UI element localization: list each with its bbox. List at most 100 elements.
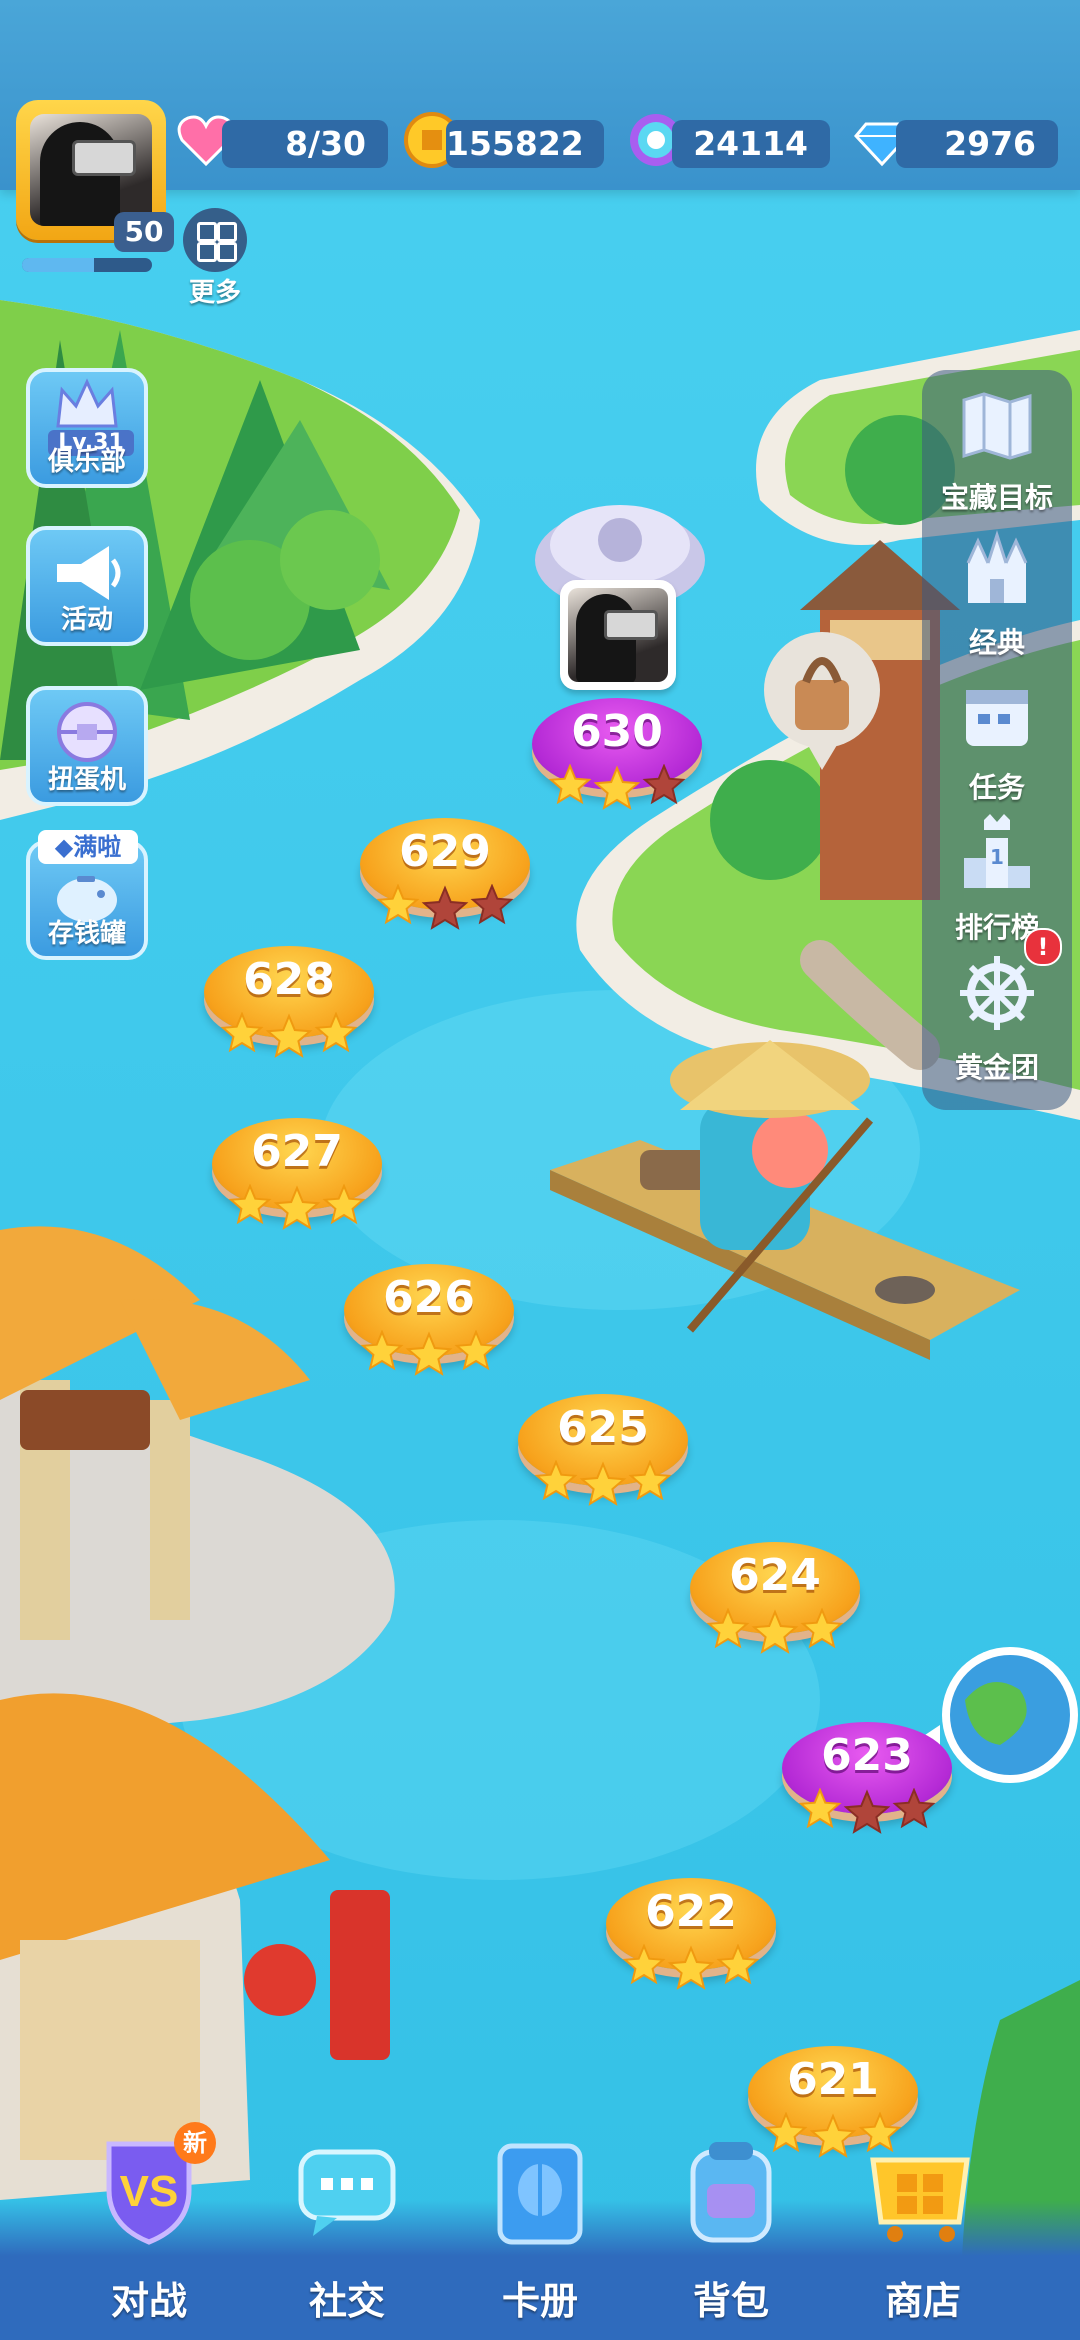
star-filled-icon xyxy=(579,1461,627,1506)
nav-backpack[interactable]: 背包 xyxy=(646,2130,816,2330)
star-empty-icon xyxy=(421,885,469,930)
star-rating xyxy=(706,1608,844,1654)
treasure-goal-label: 宝藏目标 xyxy=(940,481,1053,514)
gacha-label: 扭蛋机 xyxy=(47,765,126,795)
star-filled-icon xyxy=(706,1608,750,1649)
star-filled-icon xyxy=(534,1460,578,1501)
level-number: 625 xyxy=(557,1402,649,1453)
star-empty-icon xyxy=(470,884,514,925)
level-node[interactable]: 630 xyxy=(532,692,702,810)
star-filled-icon xyxy=(800,1608,844,1649)
level-node[interactable]: 622 xyxy=(606,1872,776,1990)
nav-battle[interactable]: VS 新 对战 xyxy=(64,2122,234,2330)
star-filled-icon xyxy=(798,1788,842,1829)
star-empty-icon xyxy=(642,764,686,805)
golden-team-button[interactable]: ! 黄金团 xyxy=(922,928,1072,1084)
star-filled-icon xyxy=(593,765,641,810)
star-rating xyxy=(798,1788,936,1834)
hearts-counter[interactable]: 8/30 xyxy=(222,120,388,168)
nav-card-album-label: 卡册 xyxy=(501,2279,578,2323)
level-node[interactable]: 627 xyxy=(212,1112,382,1230)
star-filled-icon xyxy=(265,1013,313,1058)
star-filled-icon xyxy=(314,1012,358,1053)
level-number: 621 xyxy=(787,2054,879,2105)
level-number: 629 xyxy=(399,826,491,877)
star-rating xyxy=(360,1330,498,1376)
castle-icon xyxy=(966,530,1028,603)
star-rating xyxy=(534,1460,672,1506)
star-filled-icon xyxy=(548,764,592,805)
tasks-label: 任务 xyxy=(968,771,1025,804)
treasure-goal-button[interactable]: 宝藏目标 xyxy=(922,380,1072,520)
current-level-avatar-marker xyxy=(560,580,676,690)
level-node[interactable]: 629 xyxy=(360,812,530,930)
level-node[interactable]: 624 xyxy=(690,1536,860,1654)
nav-shop-label: 商店 xyxy=(884,2279,961,2323)
ship-wheel-icon xyxy=(960,956,1034,1030)
map-background xyxy=(0,0,1080,2340)
coins-counter[interactable]: 155822 xyxy=(446,120,604,168)
level-node[interactable]: 625 xyxy=(518,1388,688,1506)
card-album-icon xyxy=(497,2143,583,2245)
level-number: 627 xyxy=(251,1126,343,1177)
star-filled-icon xyxy=(405,1331,453,1376)
energy-counter[interactable]: 24114 xyxy=(672,120,830,168)
calendar-icon xyxy=(966,690,1028,746)
nav-battle-label: 对战 xyxy=(110,2279,187,2323)
megaphone-icon xyxy=(57,546,121,600)
level-node[interactable]: 623 xyxy=(782,1716,952,1834)
star-empty-icon xyxy=(843,1789,891,1834)
level-number: 623 xyxy=(821,1730,913,1781)
more-label: 更多 xyxy=(188,278,241,308)
star-filled-icon xyxy=(667,1945,715,1990)
svg-text:VS: VS xyxy=(120,2167,179,2216)
treasure-map-icon xyxy=(962,392,1032,460)
piggy-full-tag: ◆满啦 xyxy=(38,830,138,864)
player-xp-bar xyxy=(22,258,152,272)
piggy-bank-button[interactable]: ◆满啦 存钱罐 xyxy=(26,830,148,960)
level-number: 626 xyxy=(383,1272,475,1323)
classic-button[interactable]: 经典 xyxy=(922,525,1072,665)
gacha-button[interactable]: 扭蛋机 xyxy=(26,686,148,806)
star-filled-icon xyxy=(454,1330,498,1371)
player-avatar[interactable]: 50 xyxy=(16,100,174,252)
diamond-small-icon: ◆ xyxy=(54,833,74,861)
level-node[interactable]: 628 xyxy=(204,940,374,1058)
activity-label: 活动 xyxy=(60,605,113,635)
level-number: 628 xyxy=(243,954,335,1005)
gacha-icon xyxy=(57,702,117,762)
star-filled-icon xyxy=(751,1609,799,1654)
avatar-photo xyxy=(30,114,152,226)
golden-team-alert-badge: ! xyxy=(1024,928,1062,966)
piggy-bank-label: 存钱罐 xyxy=(47,919,126,949)
level-node[interactable]: 626 xyxy=(344,1258,514,1376)
nav-social[interactable]: 社交 xyxy=(262,2130,432,2330)
level-number: 622 xyxy=(645,1886,737,1937)
podium-icon: 1 xyxy=(964,814,1030,888)
leaderboard-rank: 1 xyxy=(990,845,1004,869)
nav-shop[interactable]: 商店 xyxy=(838,2130,1008,2330)
star-filled-icon xyxy=(220,1012,264,1053)
right-side-panel: 宝藏目标 经典 任务 1 排行榜 ! 黄金团 xyxy=(922,370,1072,1110)
star-filled-icon xyxy=(228,1184,272,1225)
diamonds-counter[interactable]: 2976 xyxy=(896,120,1058,168)
star-filled-icon xyxy=(360,1330,404,1371)
star-filled-icon xyxy=(716,1944,760,1985)
star-rating xyxy=(622,1944,760,1990)
star-empty-icon xyxy=(892,1788,936,1829)
chat-bubble-icon xyxy=(298,2149,396,2236)
more-button[interactable]: 更多 xyxy=(180,208,250,308)
new-badge: 新 xyxy=(174,2122,216,2164)
tasks-button[interactable]: 任务 xyxy=(922,670,1072,810)
shop-cart-icon xyxy=(870,2157,970,2242)
star-filled-icon xyxy=(628,1460,672,1501)
club-button[interactable]: Lv.31 俱乐部 xyxy=(26,368,148,488)
level-number: 624 xyxy=(729,1550,821,1601)
star-rating xyxy=(548,764,686,810)
star-rating xyxy=(220,1012,358,1058)
golden-team-label: 黄金团 xyxy=(954,1051,1039,1084)
activity-button[interactable]: 活动 xyxy=(26,526,148,646)
nav-card-album[interactable]: 卡册 xyxy=(455,2130,625,2330)
grid-icon xyxy=(183,208,247,272)
player-level-badge: 50 xyxy=(114,212,174,252)
